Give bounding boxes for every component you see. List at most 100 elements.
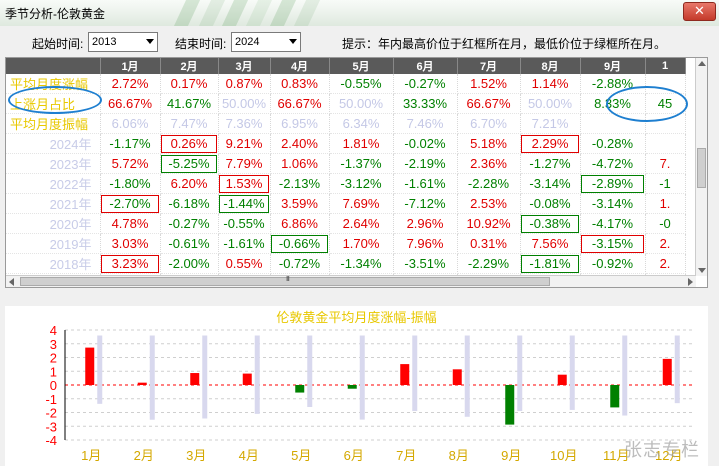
scroll-up-icon[interactable]: [698, 61, 706, 66]
table-cell: 1.14%: [520, 74, 581, 94]
table-cell: 3.03%: [100, 233, 161, 254]
column-header[interactable]: 4月: [270, 58, 330, 74]
scroll-right-icon[interactable]: [688, 278, 693, 286]
table-cell: -2.13%: [270, 173, 330, 194]
table-cell: 1.81%: [329, 133, 394, 154]
row-label: 平均月度振幅: [6, 113, 101, 134]
table-row[interactable]: 上涨月占比 66.67% 41.67% 50.00% 66.67% 50.00% 33.33…: [6, 93, 686, 114]
row-label: 2023年: [6, 153, 101, 174]
vertical-scrollbar[interactable]: [695, 58, 707, 276]
column-header[interactable]: 7月: [457, 58, 521, 74]
seasonal-table[interactable]: 1月 2月 3月 4月 5月 6月 7月 8月 9月 1 平均月度涨幅 2.72% 0.17% 0.87…: [5, 57, 708, 288]
row-label: 2024年: [6, 133, 101, 154]
amplitude-bar: [464, 335, 470, 417]
table-cell: -1.37%: [329, 153, 394, 174]
table-header: 1月 2月 3月 4月 5月 6月 7月 8月 9月 1: [6, 58, 686, 74]
data-table: 1月 2月 3月 4月 5月 6月 7月 8月 9月 1 平均月度涨幅 2.72% 0.17% 0.87…: [6, 58, 686, 287]
table-cell: -0.55%: [329, 74, 394, 94]
table-row[interactable]: 平均月度涨幅 2.72% 0.17% 0.87% 0.83% -0.55% -0.27% 1.…: [6, 74, 686, 94]
chevron-down-icon[interactable]: [289, 39, 297, 44]
table-cell: 4.78%: [100, 213, 161, 234]
table-cell: 1.53%: [218, 173, 271, 194]
table-cell: 7.69%: [329, 193, 394, 214]
scroll-thumb[interactable]: [697, 148, 706, 188]
column-header[interactable]: [6, 58, 101, 74]
table-row[interactable]: 2022年 -1.80% 6.20% 1.53% -2.13% -3.12% -1.61% -…: [6, 173, 686, 194]
end-time-label: 结束时间:: [175, 37, 227, 51]
table-cell: -7.12%: [393, 193, 458, 214]
table-cell: -0.92%: [580, 253, 646, 274]
table-cell: 1.06%: [270, 153, 330, 174]
return-bar: [190, 373, 200, 385]
table-cell: -2.00%: [160, 253, 219, 274]
table-cell: -0.02%: [393, 133, 458, 154]
table-row[interactable]: 2024年 -1.17% 0.26% 9.21% 2.40% 1.81% -0.02% 5.1…: [6, 133, 686, 154]
column-header[interactable]: 5月: [329, 58, 394, 74]
amplitude-bar: [622, 335, 628, 416]
table-cell: -3.12%: [329, 173, 394, 194]
row-label: 2019年: [6, 233, 101, 254]
return-bar: [557, 374, 567, 385]
column-header[interactable]: 1月: [100, 58, 161, 74]
titlebar-decoration: [221, 0, 249, 26]
table-cell: 1.70%: [329, 233, 394, 254]
column-header[interactable]: 8月: [520, 58, 581, 74]
y-tick-label: -1: [45, 392, 57, 407]
return-bar: [295, 385, 305, 393]
table-cell: 66.67%: [457, 93, 521, 114]
table-cell: 0.31%: [457, 233, 521, 254]
table-cell: 0.55%: [218, 253, 271, 274]
y-tick-label: 3: [50, 337, 57, 352]
chart-title: 伦敦黄金平均月度涨幅-振幅: [276, 310, 436, 325]
table-cell: -0.27%: [160, 213, 219, 234]
column-header[interactable]: 9月: [580, 58, 646, 74]
table-row[interactable]: 2019年 3.03% -0.61% -1.61% -0.66% 1.70% 7.96% 0.…: [6, 233, 686, 254]
start-year-select[interactable]: 2013: [88, 32, 158, 52]
table-cell: 7.36%: [218, 113, 271, 134]
end-year-select[interactable]: 2024: [231, 32, 301, 52]
annotation-circle: [606, 86, 688, 122]
table-cell: -2.19%: [393, 153, 458, 174]
table-cell: -4.17%: [580, 213, 646, 234]
table-cell: 9.21%: [218, 133, 271, 154]
table-cell: 7.21%: [520, 113, 581, 134]
scroll-down-icon[interactable]: [698, 268, 706, 273]
amplitude-bar: [97, 335, 103, 404]
return-bar: [242, 373, 252, 385]
table-cell: [645, 133, 686, 154]
table-cell: 2.40%: [270, 133, 330, 154]
titlebar-decoration: [173, 0, 201, 26]
titlebar-decoration: [269, 0, 297, 26]
scroll-grip: III: [286, 276, 290, 283]
table-cell: -0.38%: [520, 213, 581, 234]
table-row[interactable]: 2021年 -2.70% -6.18% -1.44% 3.59% 7.69% -7.12% 2…: [6, 193, 686, 214]
table-row[interactable]: 平均月度振幅 6.06% 7.47% 7.36% 6.95% 6.34% 7.46% 6.70…: [6, 113, 686, 134]
table-cell: -0.28%: [580, 133, 646, 154]
table-cell: 1.: [645, 193, 686, 214]
close-button[interactable]: ✕: [683, 2, 716, 21]
table-row[interactable]: 2023年 5.72% -5.25% 7.79% 1.06% -1.37% -2.19% 2.…: [6, 153, 686, 174]
scroll-left-icon[interactable]: [9, 278, 14, 286]
table-cell: 6.70%: [457, 113, 521, 134]
titlebar-decoration: [293, 0, 321, 26]
y-tick-label: -2: [45, 406, 57, 421]
titlebar-decoration: [245, 0, 273, 26]
table-cell: 2.53%: [457, 193, 521, 214]
scroll-thumb[interactable]: [20, 277, 550, 286]
horizontal-scrollbar[interactable]: III: [6, 275, 696, 287]
title-bar[interactable]: 季节分析-伦敦黄金 ✕: [0, 0, 719, 26]
column-header[interactable]: 2月: [160, 58, 219, 74]
table-row[interactable]: 2020年 4.78% -0.27% -0.55% 6.86% 2.64% 2.96% 10.…: [6, 213, 686, 234]
table-row[interactable]: 2018年 3.23% -2.00% 0.55% -0.72% -1.34% -3.51% -…: [6, 253, 686, 274]
table-cell: -1.34%: [329, 253, 394, 274]
column-header[interactable]: 6月: [393, 58, 458, 74]
column-header[interactable]: 3月: [218, 58, 271, 74]
table-cell: -0.55%: [218, 213, 271, 234]
chevron-down-icon[interactable]: [146, 39, 154, 44]
table-cell: 0.83%: [270, 74, 330, 94]
table-cell: 7.46%: [393, 113, 458, 134]
table-cell: -3.51%: [393, 253, 458, 274]
table-cell: -4.72%: [580, 153, 646, 174]
table-cell: -1.61%: [393, 173, 458, 194]
column-header[interactable]: 1: [645, 58, 686, 74]
